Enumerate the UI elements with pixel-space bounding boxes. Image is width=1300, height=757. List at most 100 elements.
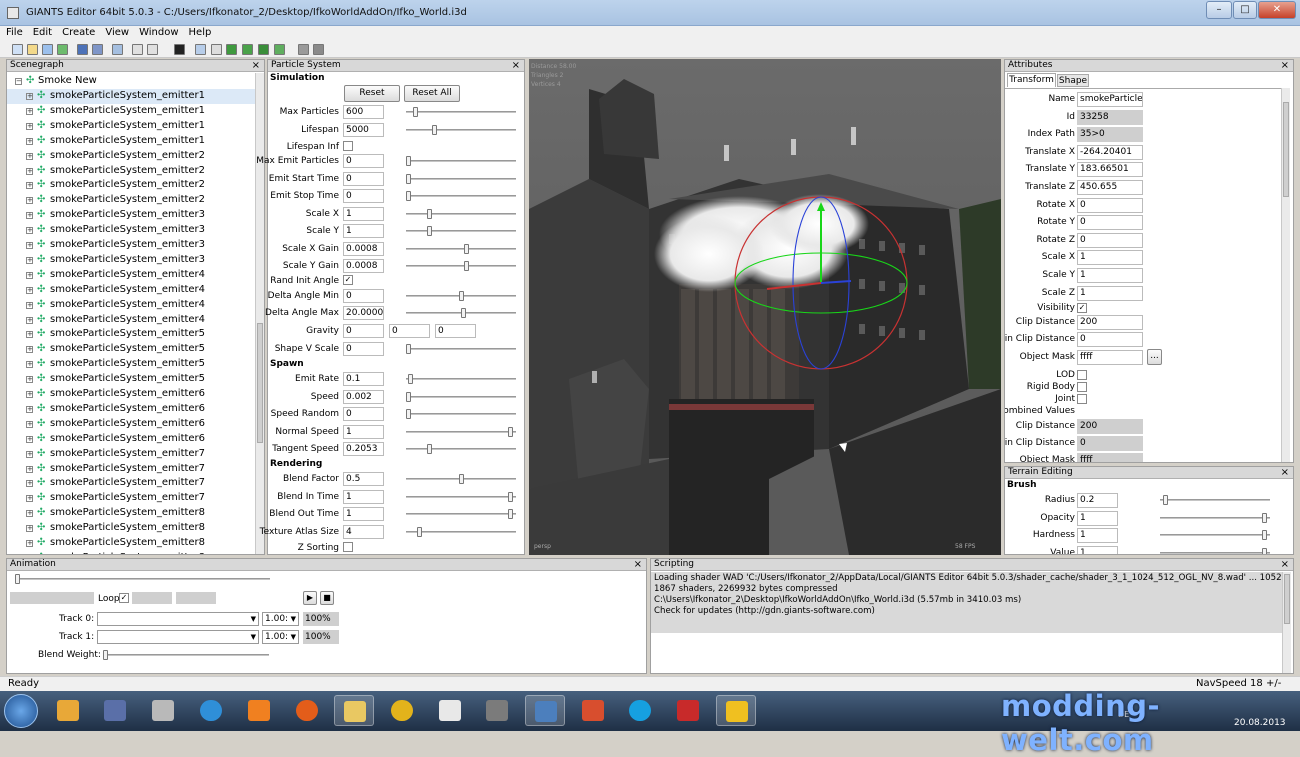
expand-icon[interactable]: + <box>26 107 33 115</box>
slider-knob[interactable] <box>463 244 469 254</box>
tree-item[interactable]: + ✣ smokeParticleSystem_emitter7 <box>7 462 255 477</box>
magnet-icon[interactable] <box>211 44 222 55</box>
expand-icon[interactable]: + <box>26 450 33 458</box>
expand-icon[interactable]: + <box>26 405 33 413</box>
undo-icon[interactable] <box>132 44 143 55</box>
slider-knob[interactable] <box>406 174 411 184</box>
terrain-close-button[interactable]: × <box>1281 467 1289 478</box>
attributes-scrollbar[interactable] <box>1281 88 1290 462</box>
track0-select[interactable]: ▼ <box>97 612 259 626</box>
terrain-paint-icon[interactable] <box>242 44 253 55</box>
expand-icon[interactable]: + <box>26 361 33 369</box>
expand-icon[interactable]: + <box>26 376 33 384</box>
timeline-slider[interactable] <box>15 574 270 584</box>
scrollbar-thumb[interactable] <box>257 323 263 443</box>
expand-icon[interactable]: + <box>26 256 33 264</box>
tree-item[interactable]: + ✣ smokeParticleSystem_emitter1 <box>7 134 255 149</box>
slider-knob[interactable] <box>507 509 513 519</box>
attributes-close-button[interactable]: × <box>1281 60 1289 71</box>
blend-weight-slider[interactable] <box>103 650 269 660</box>
terrain-slider[interactable] <box>1160 512 1270 523</box>
slider-knob[interactable] <box>1261 530 1267 541</box>
param-input[interactable]: 0 <box>343 289 384 303</box>
attribute-input[interactable]: 1 <box>1077 285 1143 301</box>
param-input[interactable]: 0.002 <box>343 390 384 404</box>
grass-icon[interactable] <box>274 44 285 55</box>
tree-item[interactable]: + ✣ smokeParticleSystem_emitter1 <box>7 89 255 104</box>
tree-item[interactable]: + ✣ smokeParticleSystem_emitter1 <box>7 119 255 134</box>
tree-item[interactable]: + ✣ smokeParticleSystem_emitter5 <box>7 357 255 372</box>
new-icon[interactable] <box>12 44 23 55</box>
reset-button[interactable]: Reset <box>344 85 400 102</box>
slider-knob[interactable] <box>458 291 464 301</box>
expand-icon[interactable]: + <box>26 93 33 100</box>
taskbar-skype[interactable] <box>620 695 660 726</box>
param-slider[interactable] <box>406 291 516 301</box>
terrain-sculpt-icon[interactable] <box>226 44 237 55</box>
tree-item[interactable]: + ✣ smokeParticleSystem_emitter6 <box>7 432 255 447</box>
slider-knob[interactable] <box>1261 512 1267 523</box>
tree-item[interactable]: + ✣ smokeParticleSystem_emitter6 <box>7 387 255 402</box>
expand-icon[interactable]: + <box>26 495 33 503</box>
param-input[interactable]: 0.1 <box>343 372 384 386</box>
foliage-paint-icon[interactable] <box>258 44 269 55</box>
expand-icon[interactable]: + <box>26 391 33 398</box>
tree-item[interactable]: + ✣ smokeParticleSystem_emitter8 <box>7 521 255 536</box>
tree-item[interactable]: + ✣ smokeParticleSystem_emitter2 <box>7 164 255 179</box>
save-icon[interactable] <box>77 44 88 55</box>
attribute-input[interactable]: 200 <box>1077 315 1143 330</box>
tree-item[interactable]: + ✣ smokeParticleSystem_emitter3 <box>7 238 255 253</box>
slider-knob[interactable] <box>416 527 422 537</box>
expand-icon[interactable]: + <box>26 480 33 488</box>
slider-knob[interactable] <box>406 156 411 166</box>
tab-transform[interactable]: Transform <box>1007 73 1056 87</box>
param-input[interactable]: 0 <box>343 172 384 186</box>
taskbar-ie[interactable] <box>191 695 231 726</box>
cut-icon[interactable] <box>112 44 123 55</box>
param-input[interactable]: 600 <box>343 105 384 119</box>
expand-icon[interactable]: + <box>26 197 33 205</box>
menu-help[interactable]: Help <box>183 26 216 38</box>
scrollbar-thumb[interactable] <box>1283 102 1289 197</box>
param-input[interactable]: 0 <box>343 342 384 356</box>
scripting-close-button[interactable]: × <box>1281 559 1289 570</box>
expand-icon[interactable]: + <box>26 301 33 309</box>
tree-item[interactable]: + ✣ smokeParticleSystem_emitter3 <box>7 208 255 223</box>
param-slider[interactable] <box>406 308 516 318</box>
object-mask-button[interactable]: ... <box>1147 349 1162 365</box>
expand-icon[interactable]: + <box>26 525 33 533</box>
refresh-icon[interactable] <box>57 44 68 55</box>
param-input[interactable]: 0.2053 <box>343 442 384 456</box>
param-input[interactable]: 1 <box>343 207 384 221</box>
tab-shape[interactable]: Shape <box>1057 74 1089 87</box>
param-input[interactable]: 0 <box>343 407 384 421</box>
param-input[interactable]: 1 <box>343 507 384 521</box>
attribute-input[interactable]: 0 <box>1077 197 1143 213</box>
param-slider[interactable] <box>406 509 516 519</box>
expand-icon[interactable]: + <box>26 316 33 324</box>
tree-item[interactable]: + ✣ smokeParticleSystem_emitter3 <box>7 253 255 268</box>
slider-knob[interactable] <box>507 427 513 437</box>
terrain-input[interactable]: 1 <box>1077 528 1118 544</box>
param-checkbox[interactable]: ✓ <box>343 275 353 285</box>
expand-icon[interactable]: + <box>26 435 33 443</box>
attribute-checkbox[interactable]: ✓ <box>1077 303 1087 313</box>
terrain-slider[interactable] <box>1160 530 1270 541</box>
expand-icon[interactable]: + <box>26 465 33 473</box>
expand-icon[interactable]: + <box>26 182 33 190</box>
taskbar-truck[interactable] <box>477 695 517 726</box>
attribute-input[interactable]: 450.655 <box>1077 180 1143 195</box>
timeline-knob[interactable] <box>15 574 20 584</box>
expand-icon[interactable]: + <box>26 212 33 220</box>
menu-window[interactable]: Window <box>133 26 182 38</box>
expand-icon[interactable]: + <box>26 152 33 160</box>
settings-icon[interactable] <box>313 44 324 55</box>
slider-knob[interactable] <box>1163 495 1169 505</box>
gravity-x-input[interactable]: 0 <box>343 324 384 338</box>
select-icon[interactable] <box>195 44 206 55</box>
attribute-input[interactable]: 1 <box>1077 250 1143 266</box>
tree-item[interactable]: + ✣ smokeParticleSystem_emitter2 <box>7 149 255 164</box>
taskbar-paint[interactable] <box>95 695 135 726</box>
clock-date[interactable]: 20.08.2013 <box>1234 718 1286 728</box>
taskbar-farm[interactable] <box>668 695 708 726</box>
